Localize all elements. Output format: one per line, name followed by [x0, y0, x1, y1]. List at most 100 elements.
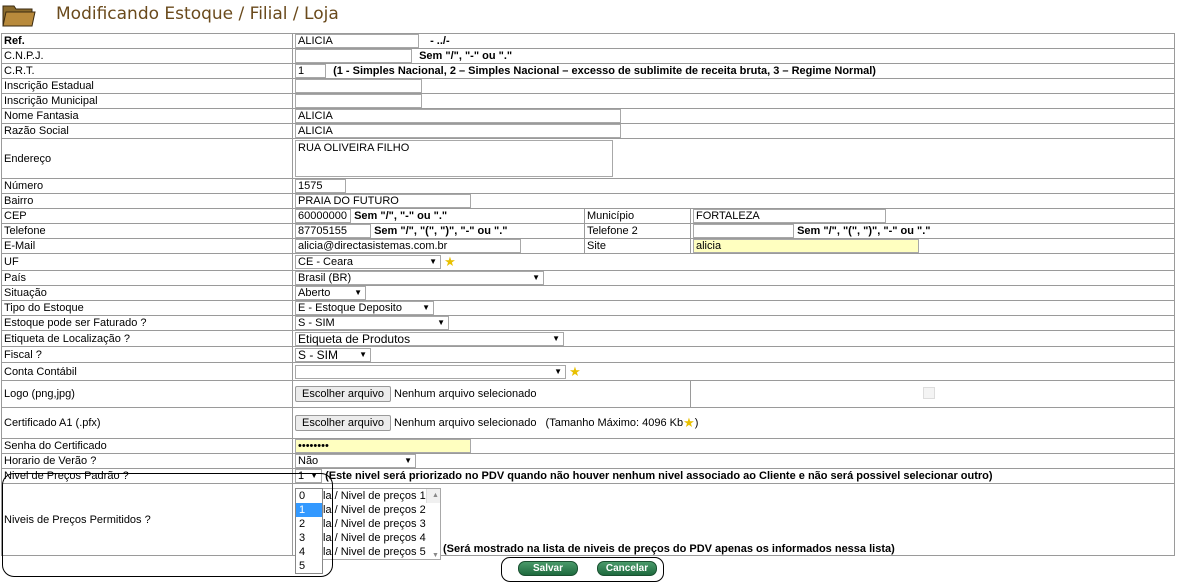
cnpj-hint: Sem "/", "-" ou "." — [419, 49, 513, 62]
star-icon[interactable]: ★ — [569, 364, 581, 379]
situacao-select[interactable]: Aberto ▼ — [295, 286, 366, 300]
logo-file-status: Nenhum arquivo selecionado — [394, 388, 537, 400]
nome-fantasia-label: Nome Fantasia — [1, 108, 293, 124]
numero-field[interactable]: 1575 — [295, 179, 346, 193]
razao-social-field[interactable]: ALICIA — [295, 124, 621, 138]
estoque-faturado-label: Estoque pode ser Faturado ? — [1, 315, 293, 331]
etiqueta-value: Etiqueta de Produtos — [298, 331, 411, 346]
telefone2-hint: Sem "/", "(", ")", "-" ou "." — [797, 224, 931, 237]
horario-verao-label: Horario de Verão ? — [1, 453, 293, 469]
cnpj-field[interactable] — [295, 49, 412, 63]
tipo-estoque-value: E - Estoque Deposito — [298, 302, 402, 314]
email-field[interactable]: alicia@directasistemas.com.br — [295, 239, 521, 253]
insc-estadual-field[interactable] — [295, 79, 422, 93]
logo-file-button[interactable]: Escolher arquivo — [295, 386, 391, 402]
chevron-down-icon: ▼ — [359, 349, 367, 359]
numero-label: Número — [1, 178, 293, 194]
certificado-max-size: (Tamanho Máximo: 4096 Kb — [545, 416, 684, 429]
page-title: Modificando Estoque / Filial / Loja — [56, 4, 339, 24]
uf-label: UF — [1, 253, 293, 271]
tipo-estoque-label: Tipo do Estoque — [1, 300, 293, 316]
conta-contabil-select[interactable]: ▼ — [295, 364, 566, 379]
page-header: Modificando Estoque / Filial / Loja — [0, 0, 1177, 32]
senha-label: Senha do Certificado — [1, 438, 293, 454]
endereco-textarea[interactable]: RUA OLIVEIRA FILHO — [295, 140, 613, 177]
horario-verao-select[interactable]: Não ▼ — [295, 454, 416, 468]
certificado-label: Certificado A1 (.pfx) — [1, 407, 293, 439]
crt-hint: (1 - Simples Nacional, 2 – Simples Nacio… — [333, 64, 876, 77]
email-label: E-Mail — [1, 238, 293, 254]
telefone-field[interactable]: 87705155 — [295, 224, 371, 238]
chevron-down-icon: ▼ — [429, 257, 437, 266]
crt-field[interactable]: 1 — [295, 64, 326, 78]
chevron-down-icon: ▼ — [552, 333, 560, 343]
situacao-label: Situação — [1, 285, 293, 301]
telefone2-label: Telefone 2 — [584, 223, 691, 239]
ref-suffix: - ../- — [430, 34, 450, 47]
niveis-permitidos-listbox[interactable]: la / Nivel de preços 1 la / Nivel de pre… — [320, 488, 441, 560]
pais-value: Brasil (BR) — [298, 272, 352, 284]
star-icon[interactable]: ★ — [683, 415, 695, 430]
cep-label: CEP — [1, 208, 293, 224]
niveis-hint-left: (Será mostrado na lista de — [443, 543, 581, 555]
scroll-down-icon[interactable]: ▼ — [429, 549, 440, 559]
chevron-down-icon: ▼ — [554, 366, 562, 376]
certificado-max-close: ) — [694, 416, 699, 429]
situacao-value: Aberto — [298, 287, 331, 299]
certificado-file-status: Nenhum arquivo selecionado — [394, 416, 537, 429]
pais-select[interactable]: Brasil (BR) ▼ — [295, 271, 544, 285]
cep-field[interactable]: 60000000 — [295, 209, 351, 223]
uf-value: CE - Ceara — [298, 256, 354, 268]
cep-hint: Sem "/", "-" ou "." — [354, 209, 448, 222]
horario-verao-value: Não — [298, 455, 319, 467]
telefone-hint: Sem "/", "(", ")", "-" ou "." — [374, 224, 508, 237]
ref-field[interactable]: ALICIA — [295, 34, 419, 48]
chevron-down-icon: ▼ — [437, 318, 445, 327]
telefone2-field[interactable] — [693, 224, 794, 238]
bairro-field[interactable]: PRAIA DO FUTURO — [295, 194, 471, 208]
pais-label: País — [1, 270, 293, 286]
insc-estadual-label: Inscrição Estadual — [1, 78, 293, 94]
annotation-circle — [2, 473, 333, 577]
list-item[interactable]: la / Nivel de preços 1 — [321, 489, 440, 503]
list-item[interactable]: la / Nivel de preços 2 — [321, 503, 440, 517]
fiscal-label: Fiscal ? — [1, 346, 293, 363]
razao-social-label: Razão Social — [1, 123, 293, 139]
site-field[interactable]: alicia — [693, 239, 919, 253]
listbox-scrollbar[interactable]: ▲ ▼ — [426, 489, 440, 559]
scroll-up-icon[interactable]: ▲ — [429, 489, 440, 499]
crt-label: C.R.T. — [1, 63, 293, 79]
ref-label: Ref. — [1, 33, 293, 49]
nome-fantasia-field[interactable]: ALICIA — [295, 109, 621, 123]
list-item[interactable]: la / Nivel de preços 5 — [321, 545, 440, 559]
certificado-file-button[interactable]: Escolher arquivo — [295, 414, 391, 431]
chevron-down-icon: ▼ — [532, 273, 540, 282]
municipio-field[interactable]: FORTALEZA — [693, 209, 886, 223]
fiscal-select[interactable]: S - SIM ▼ — [295, 347, 371, 362]
nivel-padrao-hint: (Este nivel será priorizado no PDV quand… — [325, 469, 993, 482]
bairro-label: Bairro — [1, 193, 293, 209]
endereco-label: Endereço — [1, 138, 293, 179]
image-preview-icon — [923, 387, 935, 399]
folder-icon — [2, 5, 36, 27]
star-icon[interactable]: ★ — [444, 254, 456, 269]
insc-municipal-field[interactable] — [295, 94, 422, 108]
fiscal-value: S - SIM — [298, 347, 339, 362]
chevron-down-icon: ▼ — [422, 303, 430, 312]
niveis-hint-right: niveis de preços do PDV apenas os inform… — [583, 543, 895, 555]
site-label: Site — [584, 238, 691, 254]
chevron-down-icon: ▼ — [354, 288, 362, 297]
chevron-down-icon: ▼ — [404, 456, 412, 465]
list-item[interactable]: la / Nivel de preços 3 — [321, 517, 440, 531]
senha-field[interactable]: •••••••• — [295, 439, 471, 453]
list-item[interactable]: la / Nivel de preços 4 — [321, 531, 440, 545]
cnpj-label: C.N.P.J. — [1, 48, 293, 64]
uf-select[interactable]: CE - Ceara ▼ — [295, 255, 441, 269]
conta-contabil-label: Conta Contábil — [1, 362, 293, 381]
estoque-faturado-select[interactable]: S - SIM ▼ — [295, 316, 449, 330]
etiqueta-select[interactable]: Etiqueta de Produtos ▼ — [295, 331, 564, 346]
telefone-label: Telefone — [1, 223, 293, 239]
tipo-estoque-select[interactable]: E - Estoque Deposito ▼ — [295, 301, 434, 315]
municipio-label: Município — [584, 208, 691, 224]
insc-municipal-label: Inscrição Municipal — [1, 93, 293, 109]
